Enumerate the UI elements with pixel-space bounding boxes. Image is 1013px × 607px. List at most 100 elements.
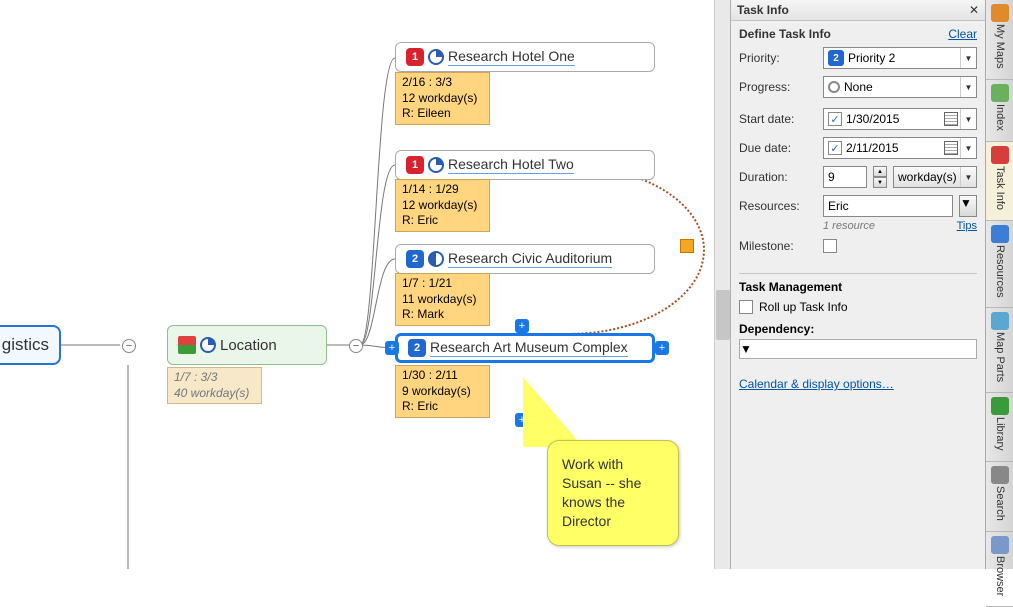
rollup-label: Roll up Task Info xyxy=(759,300,848,314)
child-label: Research Hotel One xyxy=(448,48,575,66)
task-info-panel: Task Info ✕ Define Task Info Clear Prior… xyxy=(730,0,985,569)
progress-pie-icon xyxy=(428,49,444,65)
progress-label: Progress: xyxy=(739,80,817,94)
duration-unit-dropdown[interactable]: workday(s) ▼ xyxy=(893,166,977,188)
child-node-2[interactable]: 2 Research Civic Auditorium xyxy=(395,244,655,274)
tips-link[interactable]: Tips xyxy=(957,220,977,232)
tab-icon xyxy=(991,225,1009,243)
clear-link[interactable]: Clear xyxy=(948,27,977,41)
collapse-toggle-location[interactable]: − xyxy=(349,339,363,353)
sidebar-tab-resources[interactable]: Resources xyxy=(986,221,1013,309)
progress-dropdown[interactable]: None ▼ xyxy=(823,76,977,98)
tab-label: Map Parts xyxy=(994,332,1006,382)
duration-label: Duration: xyxy=(739,170,817,184)
task-management-heading: Task Management xyxy=(739,273,977,294)
tab-icon xyxy=(991,4,1009,22)
root-node-logistics[interactable]: gistics xyxy=(0,325,61,365)
resources-count-hint: 1 resource xyxy=(823,220,875,232)
milestone-label: Milestone: xyxy=(739,239,817,253)
sidebar-tab-my-maps[interactable]: My Maps xyxy=(986,0,1013,80)
sidebar-tab-index[interactable]: Index xyxy=(986,80,1013,142)
duration-input[interactable]: 9 xyxy=(823,166,867,188)
close-icon[interactable]: ✕ xyxy=(969,3,979,17)
tab-label: Library xyxy=(994,417,1006,451)
child-label: Research Art Museum Complex xyxy=(430,339,628,357)
calendar-icon xyxy=(944,112,958,126)
priority-label: Priority: xyxy=(739,51,817,65)
priority-chip-icon: 2 xyxy=(828,50,844,66)
chevron-down-icon: ▼ xyxy=(960,138,976,158)
sidebar-tab-task-info[interactable]: Task Info xyxy=(986,142,1013,221)
selection-handle-icon[interactable]: + xyxy=(655,341,669,355)
tab-label: My Maps xyxy=(994,24,1006,69)
tab-icon xyxy=(991,84,1009,102)
start-date-picker[interactable]: ✓ 1/30/2015 ▼ xyxy=(823,108,977,130)
chevron-down-icon: ▼ xyxy=(960,48,976,68)
sidebar-tab-library[interactable]: Library xyxy=(986,393,1013,462)
child-node-1[interactable]: 1Research Hotel Two xyxy=(395,150,655,180)
node-location[interactable]: Location xyxy=(167,325,327,365)
resources-dropdown-button[interactable]: ▼ xyxy=(959,195,977,217)
tab-label: Browser xyxy=(994,556,1006,596)
collapse-toggle-root[interactable]: − xyxy=(122,339,136,353)
sidebar-tab-browser[interactable]: Browser xyxy=(986,532,1013,607)
child-infobox-3: 1/30 : 2/119 workday(s)R: Eric xyxy=(395,365,490,418)
tab-label: Task Info xyxy=(994,166,1006,210)
resources-label: Resources: xyxy=(739,199,817,213)
tag-icon xyxy=(178,336,196,354)
resources-input[interactable]: Eric xyxy=(823,195,953,217)
relationship-link-icon[interactable] xyxy=(680,239,694,253)
selection-handle-icon[interactable]: + xyxy=(515,319,529,333)
progress-none-icon xyxy=(828,81,840,93)
dependency-dropdown[interactable]: ▼ xyxy=(739,339,977,359)
due-date-label: Due date: xyxy=(739,141,817,155)
tab-icon xyxy=(991,146,1009,164)
tab-icon xyxy=(991,536,1009,554)
scrollbar-thumb[interactable] xyxy=(716,290,730,340)
sidebar-tab-search[interactable]: Search xyxy=(986,462,1013,532)
priority-dropdown[interactable]: 2 Priority 2 ▼ xyxy=(823,47,977,69)
calendar-icon xyxy=(944,141,958,155)
location-infobox: 1/7 : 3/3 40 workday(s) xyxy=(167,367,262,404)
child-infobox-1: 1/14 : 1/2912 workday(s)R: Eric xyxy=(395,179,490,232)
location-label: Location xyxy=(220,337,277,354)
tab-icon xyxy=(991,466,1009,484)
tab-label: Search xyxy=(994,486,1006,521)
rollup-checkbox[interactable] xyxy=(739,300,753,314)
child-node-3[interactable]: 2Research Art Museum Complex xyxy=(395,333,655,363)
calendar-display-options-link[interactable]: Calendar & display options… xyxy=(739,377,894,391)
panel-titlebar: Task Info ✕ xyxy=(731,0,985,21)
selection-handle-icon[interactable]: + xyxy=(385,341,399,355)
progress-pie-icon xyxy=(200,337,216,353)
child-node-0[interactable]: 1Research Hotel One xyxy=(395,42,655,72)
start-date-label: Start date: xyxy=(739,112,817,126)
milestone-checkbox[interactable] xyxy=(823,239,837,253)
child-label: Research Civic Auditorium xyxy=(448,250,612,268)
progress-pie-icon xyxy=(428,251,444,267)
child-label: Research Hotel Two xyxy=(448,156,574,174)
priority-badge-icon: 2 xyxy=(408,339,426,357)
vertical-scrollbar[interactable] xyxy=(714,0,730,569)
due-date-picker[interactable]: ✓ 2/11/2015 ▼ xyxy=(823,137,977,159)
spinner-up-icon[interactable]: ▲ xyxy=(873,166,887,177)
note-callout[interactable]: Work with Susan -- she knows the Directo… xyxy=(547,440,679,546)
callout-tail xyxy=(523,377,583,447)
mindmap-canvas[interactable]: gistics − Location 1/7 : 3/3 40 workday(… xyxy=(0,0,715,569)
progress-pie-icon xyxy=(428,157,444,173)
spinner-down-icon[interactable]: ▼ xyxy=(873,177,887,188)
priority-badge-icon: 2 xyxy=(406,250,424,268)
child-infobox-0: 2/16 : 3/312 workday(s)R: Eileen xyxy=(395,72,490,125)
tab-icon xyxy=(991,312,1009,330)
tab-label: Resources xyxy=(994,245,1006,298)
panel-title-text: Task Info xyxy=(737,3,789,17)
tab-label: Index xyxy=(994,104,1006,131)
dependency-label: Dependency: xyxy=(739,322,977,336)
duration-spinner[interactable]: ▲ ▼ xyxy=(873,166,887,188)
sidebar-tab-map-parts[interactable]: Map Parts xyxy=(986,308,1013,393)
child-infobox-2: 1/7 : 1/2111 workday(s)R: Mark xyxy=(395,273,490,326)
root-label: gistics xyxy=(2,335,49,355)
chevron-down-icon: ▼ xyxy=(740,342,752,356)
chevron-down-icon: ▼ xyxy=(960,77,976,97)
define-header: Define Task Info Clear xyxy=(739,27,977,41)
sidebar-tabstrip: My Maps Index Task Info Resources Map Parts L… xyxy=(985,0,1013,569)
